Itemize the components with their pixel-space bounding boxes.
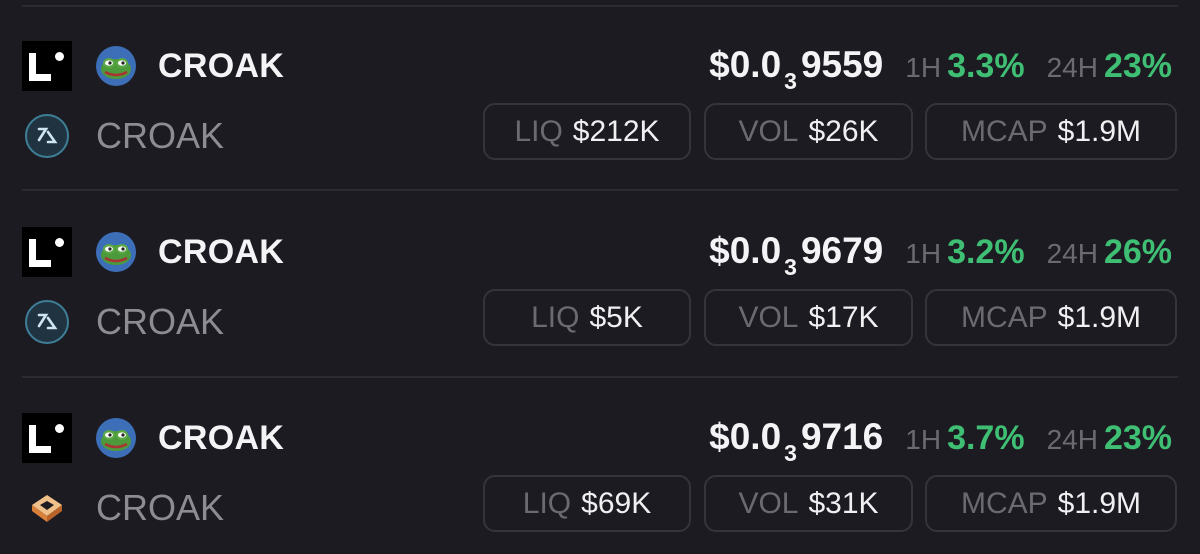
liq-value: $212K	[572, 114, 660, 148]
pair-name: CROAK	[96, 115, 225, 156]
price-zero-count: 3	[784, 68, 797, 94]
1h-label: 1H	[905, 52, 942, 83]
price-zero-count: 3	[784, 254, 797, 280]
vol-label: VOL	[738, 114, 799, 148]
liq-value: $69K	[581, 486, 652, 520]
pair-row-2[interactable]: CROAK CROAK $0.0 3 9679 1H 3.2% 24H 26% LI…	[0, 227, 1200, 372]
1h-change: 3.7%	[947, 419, 1025, 457]
mcap-label: MCAP	[960, 114, 1048, 148]
liq-value: $5K	[589, 300, 643, 334]
liq-label: LIQ	[522, 486, 572, 520]
price-line: $0.0 3 9716 1H 3.7% 24H 23%	[709, 413, 1172, 466]
24h-change: 23%	[1103, 419, 1172, 457]
divider	[22, 189, 1178, 191]
liq-label: LIQ	[514, 114, 563, 148]
liquidity-badge: LIQ $69K	[483, 475, 691, 532]
pair-row-3[interactable]: CROAK CROAK $0.0 3 9716 1H 3.7% 24H 23% LI…	[0, 413, 1200, 554]
24h-label: 24H	[1046, 52, 1098, 83]
market-cap-badge: MCAP $1.9M	[925, 103, 1177, 160]
linea-chain-icon	[22, 413, 72, 463]
orange-cube-dex-icon	[32, 495, 62, 522]
volume-badge: VOL $26K	[704, 103, 913, 160]
pair-name: CROAK	[96, 487, 225, 528]
vol-value: $17K	[808, 300, 879, 334]
volume-badge: VOL $17K	[704, 289, 913, 346]
24h-label: 24H	[1046, 424, 1098, 455]
volume-badge: VOL $31K	[704, 475, 913, 532]
price-zero-count: 3	[784, 440, 797, 466]
vol-label: VOL	[738, 300, 799, 334]
linea-chain-icon	[22, 41, 72, 91]
mcap-label: MCAP	[960, 486, 1048, 520]
1h-label: 1H	[905, 424, 942, 455]
price: $0.0 3 9716	[709, 416, 884, 466]
pepe-frog-icon	[96, 46, 136, 86]
market-cap-badge: MCAP $1.9M	[925, 289, 1177, 346]
vol-value: $31K	[808, 486, 879, 520]
divider	[22, 376, 1178, 378]
24h-change: 23%	[1103, 47, 1172, 85]
divider	[22, 5, 1178, 7]
pepe-frog-icon	[96, 232, 136, 272]
vol-label: VOL	[738, 486, 799, 520]
liquidity-badge: LIQ $212K	[483, 103, 691, 160]
mcap-label: MCAP	[960, 300, 1048, 334]
1h-change: 3.3%	[947, 47, 1025, 85]
mcap-value: $1.9M	[1057, 486, 1142, 520]
pair-row-1[interactable]: CROAK CROAK $0.0 3 9559 1H 3.3% 24H 23% LI…	[0, 41, 1200, 186]
market-cap-badge: MCAP $1.9M	[925, 475, 1177, 532]
1h-label: 1H	[905, 238, 942, 269]
token-name: CROAK	[158, 47, 285, 85]
price-line: $0.0 3 9679 1H 3.2% 24H 26%	[709, 227, 1172, 280]
liquidity-badge: LIQ $5K	[483, 289, 691, 346]
24h-label: 24H	[1046, 238, 1098, 269]
linea-chain-icon	[22, 227, 72, 277]
swirl-dex-icon	[25, 300, 69, 344]
token-pairs-list: CROAK CROAK $0.0 3 9559 1H 3.3% 24H 23% LI…	[0, 0, 1200, 554]
pair-name: CROAK	[96, 301, 225, 342]
1h-change: 3.2%	[947, 233, 1025, 271]
pepe-frog-icon	[96, 418, 136, 458]
liq-label: LIQ	[531, 300, 580, 334]
mcap-value: $1.9M	[1057, 300, 1142, 334]
swirl-dex-icon	[25, 114, 69, 158]
price: $0.0 3 9559	[709, 44, 884, 94]
price: $0.0 3 9679	[709, 230, 884, 280]
24h-change: 26%	[1103, 233, 1172, 271]
token-name: CROAK	[158, 419, 285, 457]
vol-value: $26K	[808, 114, 879, 148]
mcap-value: $1.9M	[1057, 114, 1142, 148]
price-line: $0.0 3 9559 1H 3.3% 24H 23%	[709, 41, 1172, 94]
token-name: CROAK	[158, 233, 285, 271]
